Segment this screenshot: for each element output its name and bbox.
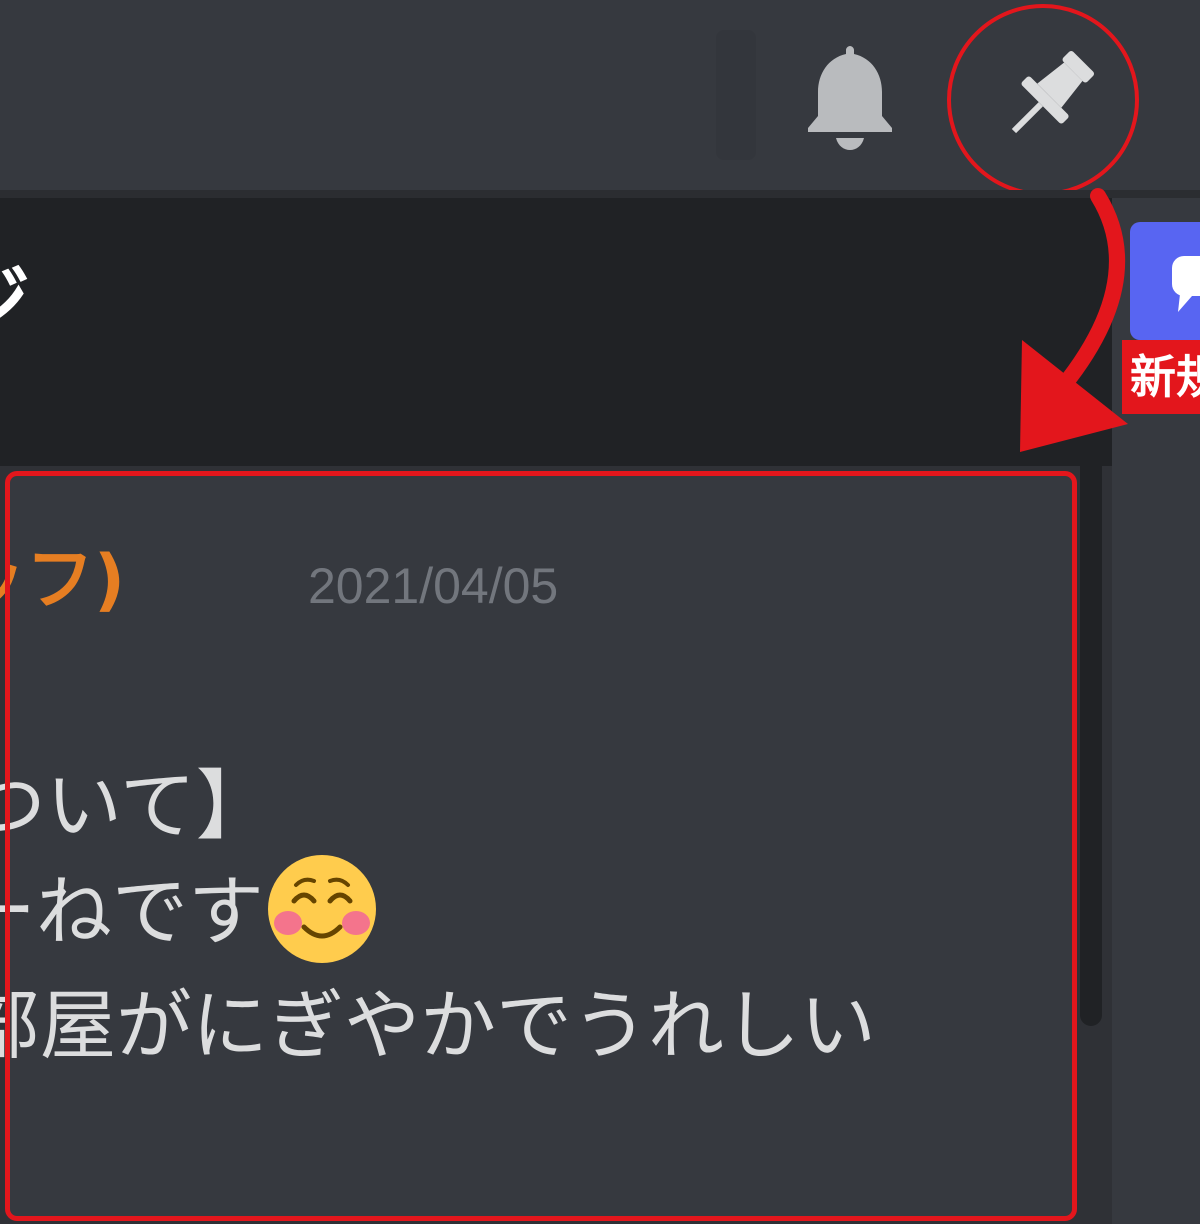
- scrollbar[interactable]: [1080, 290, 1102, 1026]
- bell-icon: [808, 46, 892, 150]
- pin-highlight-circle: [947, 4, 1139, 196]
- message-timestamp: 2021/04/05: [308, 558, 559, 614]
- blurred-icon: [716, 30, 756, 160]
- smiling-face-emoji-icon: [266, 853, 378, 965]
- new-message-button[interactable]: [1130, 222, 1200, 340]
- message-line-with-emoji: ーねです: [0, 855, 378, 965]
- discord-window: ジ ッフ) 2021/04/05 ついて】 ーねです 部屋がにぎやかでうれしい …: [0, 0, 1200, 1224]
- message-line: ついて】: [0, 761, 272, 850]
- chat-bubble-icon: [1172, 256, 1200, 312]
- message-line: 部屋がにぎやかでうれしい: [0, 981, 876, 1070]
- popout-header: ジ: [0, 198, 1112, 466]
- message-line-text: ーねです: [0, 867, 264, 956]
- popout-title: ジ: [0, 252, 30, 352]
- new-badge-label: 新規: [1122, 340, 1200, 414]
- notification-button[interactable]: [790, 40, 910, 150]
- message-author[interactable]: ッフ): [0, 536, 125, 626]
- header-divider: [0, 190, 1200, 198]
